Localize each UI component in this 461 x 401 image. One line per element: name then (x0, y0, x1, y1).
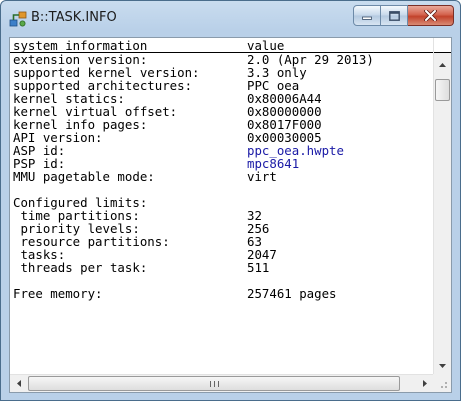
size-grip-icon (441, 382, 447, 388)
maximize-icon (388, 10, 400, 21)
column-header-label: system information (13, 38, 148, 53)
table-row: Free memory: 257461 pages (10, 287, 433, 300)
table-row: ASP id: ppc_oea.hwpte (10, 144, 433, 157)
row-value: 257461 pages (247, 286, 337, 301)
column-header-value: value (247, 38, 285, 53)
scroll-right-icon (422, 380, 427, 387)
row-label: MMU pagetable mode: (13, 169, 155, 184)
info-table: system information value extension versi… (10, 38, 433, 374)
minimize-button[interactable] (353, 5, 381, 26)
table-row: API version: 0x00030005 (10, 131, 433, 144)
maximize-button[interactable] (381, 5, 408, 26)
scroll-up-icon (439, 62, 446, 67)
scroll-up-button[interactable] (434, 56, 451, 73)
scroll-left-button[interactable] (10, 375, 27, 392)
client-area: system information value extension versi… (9, 37, 452, 393)
table-row: MMU pagetable mode: virt (10, 170, 433, 183)
row-label: Free memory: (13, 286, 103, 301)
minimize-icon (362, 16, 372, 20)
title-bar[interactable]: B::TASK.INFO (1, 1, 460, 37)
caption-buttons (353, 5, 454, 26)
scroll-right-button[interactable] (416, 375, 433, 392)
row-label: threads per task: (13, 260, 148, 275)
scrollbar-header-cap (434, 38, 451, 53)
task-info-window: B::TASK.INFO system information value ex… (0, 0, 461, 401)
window-title: B::TASK.INFO (31, 10, 117, 25)
close-icon (424, 10, 437, 21)
thumb-grip-icon (209, 380, 219, 387)
scroll-down-button[interactable] (434, 357, 451, 374)
close-button[interactable] (408, 5, 454, 26)
scroll-left-icon (16, 380, 21, 387)
table-row: resource partitions: 63 (10, 235, 433, 248)
horizontal-scrollbar[interactable] (10, 374, 433, 392)
app-icon (9, 11, 27, 27)
horizontal-scroll-thumb[interactable] (28, 376, 400, 391)
vertical-scrollbar[interactable] (433, 38, 451, 374)
table-header: system information value (10, 38, 433, 53)
row-value: 511 (247, 260, 270, 275)
size-grip[interactable] (433, 374, 451, 392)
table-row: threads per task: 511 (10, 261, 433, 274)
scroll-down-icon (439, 363, 446, 368)
row-value: virt (247, 169, 277, 184)
vertical-scroll-thumb[interactable] (435, 79, 450, 101)
